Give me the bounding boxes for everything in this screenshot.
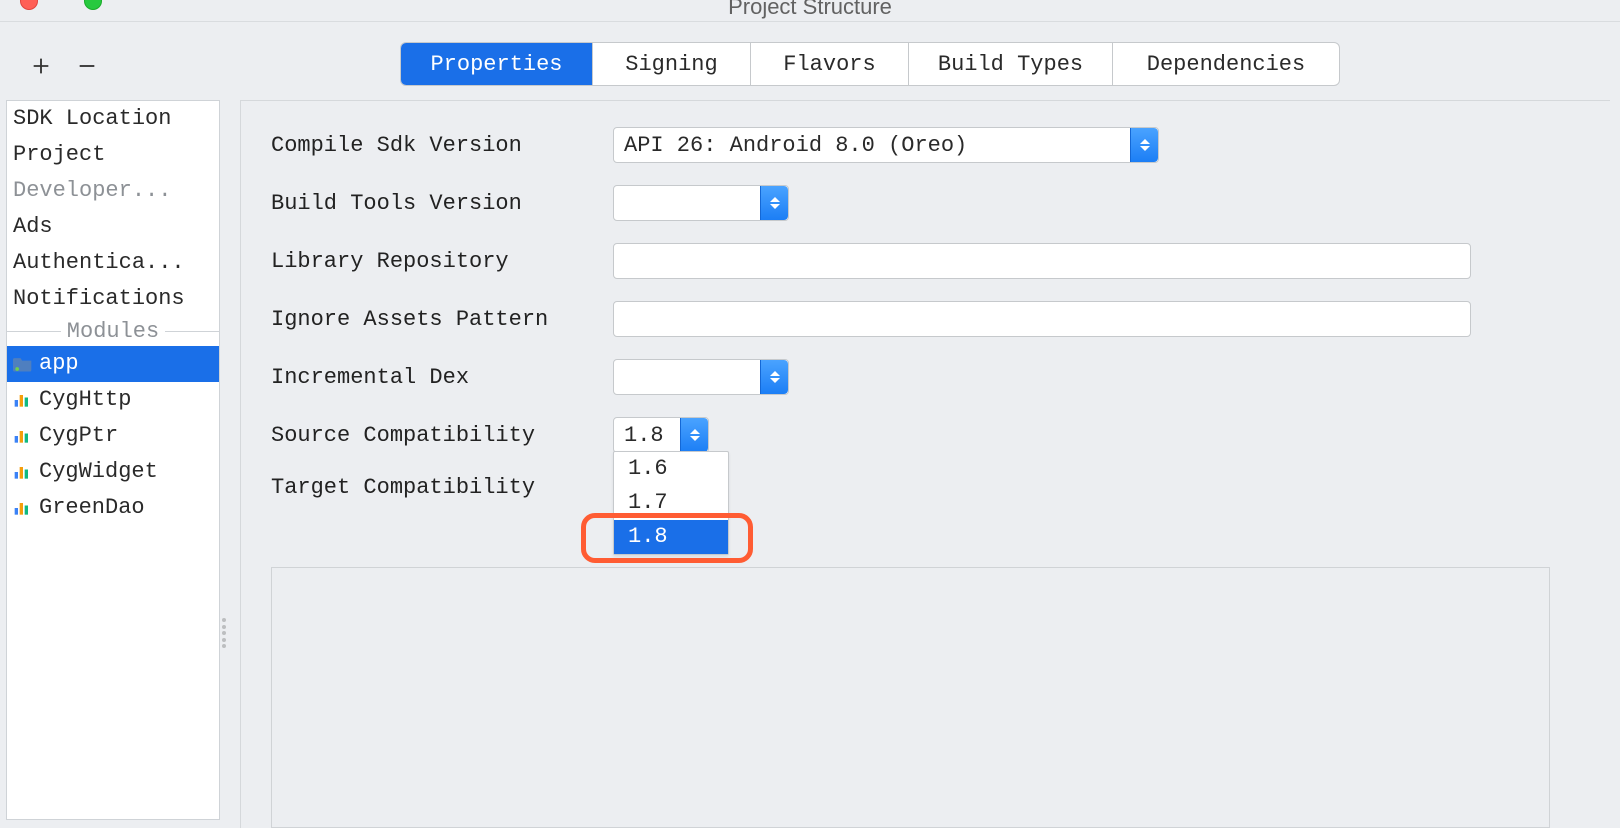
sidebar-item-label: Authentica... [13, 248, 185, 278]
sidebar-module-cyghttp[interactable]: CygHttp [7, 382, 219, 418]
tab-build-types[interactable]: Build Types [909, 43, 1113, 85]
sidebar-item-label: Notifications [13, 284, 185, 314]
target-compat-dropdown[interactable]: 1.6 1.7 1.8 [613, 451, 729, 555]
tab-signing[interactable]: Signing [593, 43, 751, 85]
sidebar-module-cygwidget[interactable]: CygWidget [7, 454, 219, 490]
lower-panel [271, 567, 1550, 828]
option-label: 1.7 [628, 490, 668, 515]
window-close-button[interactable] [20, 0, 38, 10]
sidebar-item-label: Developer... [13, 176, 171, 206]
window-zoom-button[interactable] [84, 0, 102, 10]
library-repo-input[interactable] [613, 243, 1471, 279]
build-tools-label: Build Tools Version [271, 191, 613, 216]
option-label: 1.6 [628, 456, 668, 481]
incremental-dex-select[interactable] [613, 359, 789, 395]
sidebar-item-label: Project [13, 140, 105, 170]
build-tools-select[interactable] [613, 185, 789, 221]
folder-icon [13, 355, 33, 373]
sidebar-list: SDK Location Project Developer... Ads Au… [6, 100, 220, 820]
source-compat-select[interactable]: 1.8 [613, 417, 709, 453]
sidebar-toolbar [0, 44, 230, 88]
dropdown-option-selected[interactable]: 1.8 [614, 520, 728, 554]
select-value: 1.8 [624, 423, 664, 448]
sidebar-module-label: app [39, 349, 79, 379]
select-value: API 26: Android 8.0 (Oreo) [624, 133, 967, 158]
sidebar-module-label: GreenDao [39, 493, 145, 523]
ignore-assets-input[interactable] [613, 301, 1471, 337]
sidebar-item-ads[interactable]: Ads [7, 209, 219, 245]
sidebar-module-label: CygPtr [39, 421, 118, 451]
plus-icon [30, 55, 52, 77]
titlebar: Project Structure [0, 0, 1620, 22]
sidebar-module-label: CygWidget [39, 457, 158, 487]
sidebar-module-cygptr[interactable]: CygPtr [7, 418, 219, 454]
source-compat-label: Source Compatibility [271, 423, 613, 448]
sidebar-module-app[interactable]: app [7, 346, 219, 382]
tab-label: Build Types [938, 52, 1083, 77]
tab-label: Dependencies [1147, 52, 1305, 77]
dropdown-option[interactable]: 1.6 [614, 452, 728, 486]
dropdown-option[interactable]: 1.7 [614, 486, 728, 520]
incremental-dex-label: Incremental Dex [271, 365, 613, 390]
tab-properties[interactable]: Properties [401, 43, 593, 85]
ignore-assets-label: Ignore Assets Pattern [271, 307, 613, 332]
properties-panel: Compile Sdk Version API 26: Android 8.0 … [240, 100, 1610, 828]
module-icon [13, 499, 33, 517]
chevron-updown-icon [1130, 128, 1158, 162]
sidebar-item-label: Ads [13, 212, 53, 242]
sidebar-item-authentication[interactable]: Authentica... [7, 245, 219, 281]
window-title: Project Structure [728, 0, 892, 20]
option-label: 1.8 [628, 524, 668, 549]
tab-label: Signing [625, 52, 717, 77]
compile-sdk-select[interactable]: API 26: Android 8.0 (Oreo) [613, 127, 1159, 163]
window-controls [20, 0, 102, 10]
sidebar-module-greendao[interactable]: GreenDao [7, 490, 219, 526]
compile-sdk-label: Compile Sdk Version [271, 133, 613, 158]
module-icon [13, 463, 33, 481]
sidebar-item-sdk-location[interactable]: SDK Location [7, 101, 219, 137]
sidebar-section-header: Modules [7, 317, 219, 346]
main-area: Properties Signing Flavors Build Types D… [230, 22, 1620, 828]
sidebar: SDK Location Project Developer... Ads Au… [0, 22, 230, 828]
tab-label: Properties [430, 52, 562, 77]
chevron-updown-icon [680, 418, 708, 452]
sidebar-item-notifications[interactable]: Notifications [7, 281, 219, 317]
tabbar: Properties Signing Flavors Build Types D… [400, 42, 1340, 86]
sidebar-module-label: CygHttp [39, 385, 131, 415]
minus-icon [76, 55, 98, 77]
chevron-updown-icon [760, 186, 788, 220]
chevron-updown-icon [760, 360, 788, 394]
library-repo-label: Library Repository [271, 249, 613, 274]
sidebar-item-label: SDK Location [13, 104, 171, 134]
remove-button[interactable] [74, 53, 100, 79]
tab-flavors[interactable]: Flavors [751, 43, 909, 85]
module-icon [13, 427, 33, 445]
tab-label: Flavors [783, 52, 875, 77]
module-icon [13, 391, 33, 409]
sidebar-item-developer[interactable]: Developer... [7, 173, 219, 209]
target-compat-label: Target Compatibility [271, 475, 613, 500]
tab-dependencies[interactable]: Dependencies [1113, 43, 1339, 85]
sidebar-item-project[interactable]: Project [7, 137, 219, 173]
add-button[interactable] [28, 53, 54, 79]
sidebar-section-label: Modules [61, 319, 165, 344]
